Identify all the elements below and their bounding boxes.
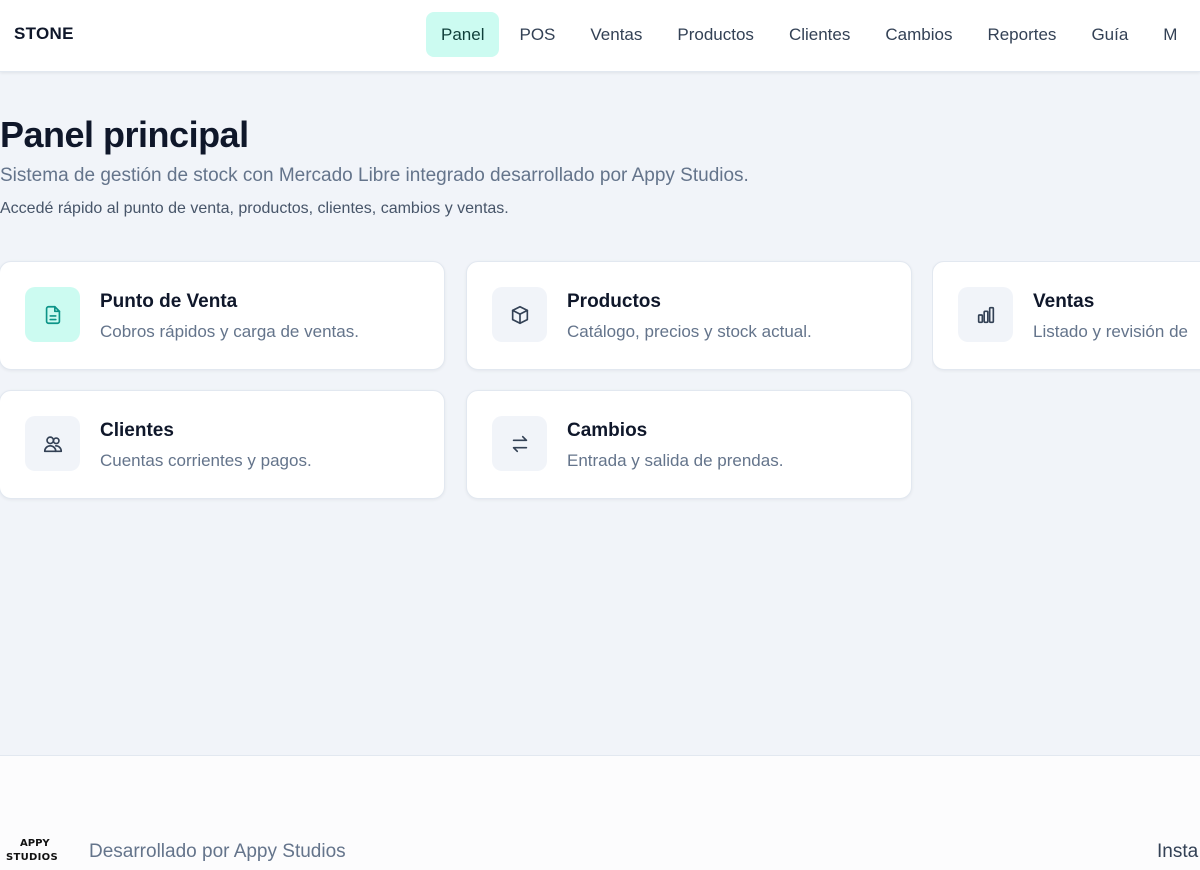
bar-chart-icon: [977, 306, 994, 323]
top-navbar: STONE Panel POS Ventas Productos Cliente…: [0, 0, 1200, 72]
card-icon-box: [492, 416, 547, 471]
page-description: Accedé rápido al punto de venta, product…: [0, 200, 509, 217]
document-icon: [45, 305, 60, 324]
nav-item-cambios[interactable]: Cambios: [870, 12, 967, 57]
card-punto-de-venta[interactable]: Punto de Venta Cobros rápidos y carga de…: [0, 261, 445, 370]
card-description: Cuentas corrientes y pagos.: [100, 451, 312, 470]
card-clientes[interactable]: Clientes Cuentas corrientes y pagos.: [0, 390, 445, 499]
card-title: Clientes: [100, 420, 174, 441]
nav-item-reportes[interactable]: Reportes: [972, 12, 1071, 57]
card-description: Catálogo, precios y stock actual.: [567, 322, 812, 341]
card-description: Entrada y salida de prendas.: [567, 451, 784, 470]
card-title: Cambios: [567, 420, 648, 441]
nav-item-guia[interactable]: Guía: [1076, 12, 1143, 57]
nav-item-panel[interactable]: Panel: [426, 12, 500, 57]
card-description: Listado y revisión de: [1033, 322, 1188, 341]
logo-text-top: APPY: [20, 838, 50, 849]
appy-studios-logo[interactable]: APPY STUDIOS: [6, 838, 60, 866]
footer: APPY STUDIOS Desarrollado por Appy Studi…: [0, 755, 1200, 870]
page-subtitle: Sistema de gestión de stock con Mercado …: [0, 165, 749, 186]
card-icon-box: [492, 287, 547, 342]
card-title: Productos: [567, 291, 661, 312]
card-icon-box: [25, 416, 80, 471]
logo-text-bottom: STUDIOS: [6, 852, 58, 863]
footer-instagram-link[interactable]: Insta: [1157, 841, 1198, 863]
card-title: Punto de Venta: [100, 291, 238, 312]
card-clip-wrapper: Ventas Listado y revisión de: [932, 261, 1200, 373]
card-title: Ventas: [1033, 291, 1095, 312]
main-nav: Panel POS Ventas Productos Clientes Camb…: [426, 12, 1197, 57]
footer-credit: Desarrollado por Appy Studios: [89, 841, 346, 862]
card-productos[interactable]: Productos Catálogo, precios y stock actu…: [466, 261, 912, 370]
brand-logo[interactable]: STONE: [14, 24, 74, 44]
nav-item-pos[interactable]: POS: [504, 12, 570, 57]
card-ventas[interactable]: Ventas Listado y revisión de: [932, 261, 1200, 370]
nav-item-clientes[interactable]: Clientes: [774, 12, 865, 57]
box-icon: [511, 305, 528, 324]
swap-icon: [512, 435, 527, 452]
card-icon-box: [958, 287, 1013, 342]
nav-item-productos[interactable]: Productos: [662, 12, 769, 57]
card-icon-box: [25, 287, 80, 342]
page-title: Panel principal: [0, 114, 249, 155]
users-icon: [43, 435, 62, 452]
card-cambios[interactable]: Cambios Entrada y salida de prendas.: [466, 390, 912, 499]
card-description: Cobros rápidos y carga de ventas.: [100, 322, 359, 341]
nav-item-more[interactable]: M: [1148, 12, 1192, 57]
nav-item-ventas[interactable]: Ventas: [575, 12, 657, 57]
